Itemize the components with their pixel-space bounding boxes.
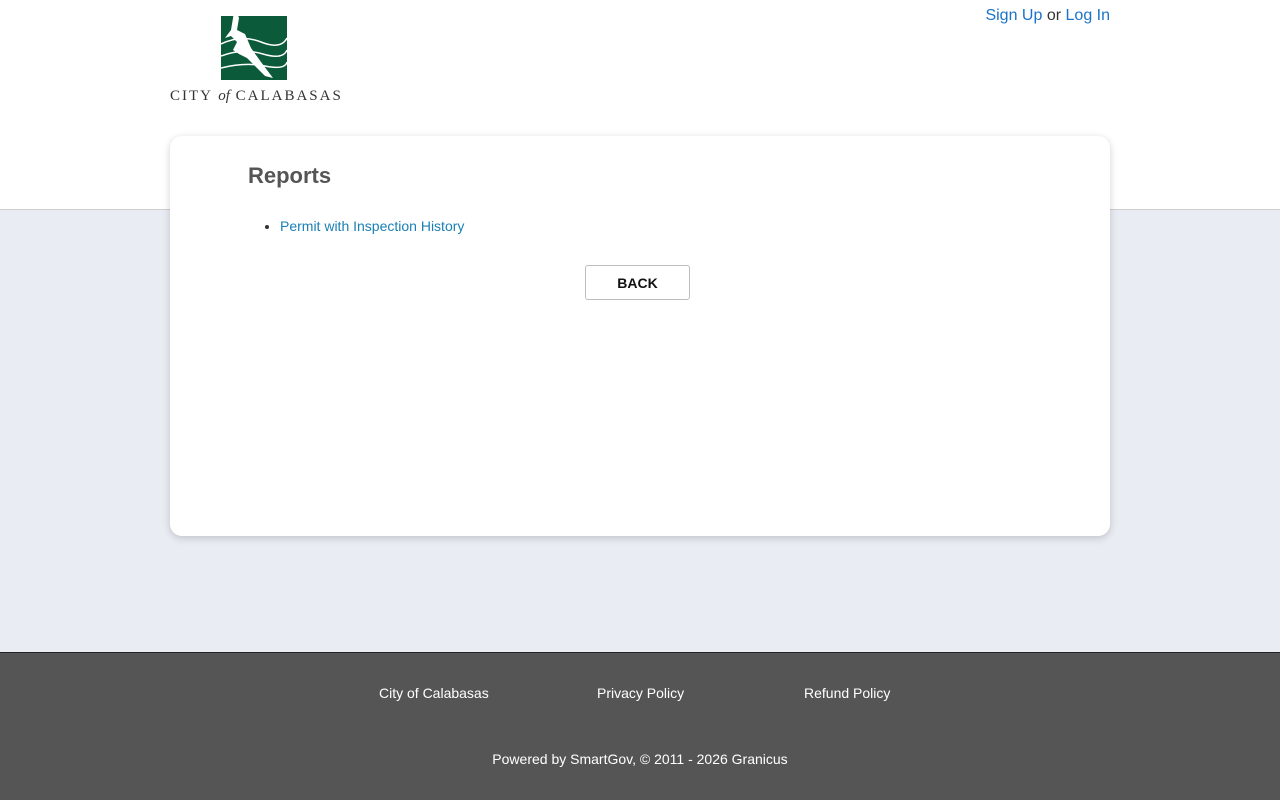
- city-logo[interactable]: City of Calabasas: [170, 4, 343, 106]
- back-button[interactable]: BACK: [585, 265, 690, 300]
- hawk-logo-icon: [221, 6, 287, 80]
- footer-link-city[interactable]: City of Calabasas: [379, 685, 489, 701]
- auth-links: Sign Up or Log In: [985, 7, 1110, 25]
- report-list: Permit with Inspection History: [248, 218, 464, 234]
- signup-link[interactable]: Sign Up: [985, 7, 1042, 24]
- auth-separator: or: [1046, 7, 1062, 24]
- logo-wordmark: City of Calabasas: [170, 88, 343, 104]
- powered-by-text: Powered by SmartGov, © 2011 - 2026 Grani…: [492, 751, 788, 767]
- reports-card: Reports Permit with Inspection History B…: [170, 136, 1110, 536]
- footer-link-privacy-policy[interactable]: Privacy Policy: [597, 685, 684, 701]
- page-title: Reports: [248, 163, 332, 188]
- login-link[interactable]: Log In: [1066, 7, 1110, 24]
- footer-link-refund-policy[interactable]: Refund Policy: [804, 685, 890, 701]
- report-link-permit-inspection-history[interactable]: Permit with Inspection History: [280, 218, 464, 234]
- footer: City of Calabasas Privacy Policy Refund …: [0, 652, 1280, 800]
- list-item: Permit with Inspection History: [280, 218, 464, 234]
